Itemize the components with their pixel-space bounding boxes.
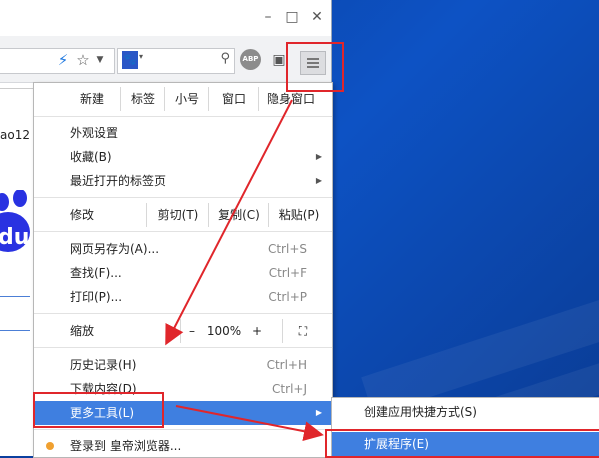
- menu-item-label: 最近打开的标签页: [70, 174, 167, 188]
- copy-button[interactable]: 复制(C): [208, 203, 269, 227]
- new-button[interactable]: 新建: [64, 87, 120, 111]
- chevron-down-icon[interactable]: ▼: [94, 49, 106, 71]
- zoom-label: 缩放: [70, 324, 95, 338]
- menu-separator: [34, 231, 332, 232]
- menu-shortcut: Ctrl+H: [266, 358, 307, 372]
- lightning-icon[interactable]: ⚡: [56, 49, 70, 71]
- menu-item-label: 打印(P)...: [70, 290, 123, 304]
- menu-separator: [34, 313, 332, 314]
- cut-button[interactable]: 剪切(T): [146, 203, 209, 227]
- browser-toolbar: ⚡ ☆ ▼ 🐾 ▾ ⚲ ABP ▣: [0, 36, 331, 83]
- minimize-button[interactable]: –: [259, 8, 277, 26]
- page-partial-text: ao12: [0, 128, 30, 142]
- zoom-value: 100%: [206, 324, 242, 338]
- chevron-right-icon: ▶: [315, 176, 322, 185]
- star-icon[interactable]: ☆: [74, 49, 92, 71]
- menu-shortcut: Ctrl+F: [268, 266, 307, 280]
- menu-item-label: 收藏(B): [70, 150, 112, 164]
- annotation-box-menu-button: [286, 42, 344, 92]
- chevron-right-icon: ▶: [315, 152, 322, 161]
- chevron-right-icon: ▶: [315, 408, 322, 417]
- annotation-box-more-tools: [33, 392, 164, 428]
- edit-row: 修改 剪切(T) 复制(C) 粘贴(P): [34, 203, 332, 227]
- account-dot-icon: [46, 442, 54, 450]
- menu-item-label: 查找(F)...: [70, 266, 122, 280]
- menu-item-label: 历史记录(H): [70, 358, 137, 372]
- annotation-box-extensions: [325, 429, 599, 458]
- title-bar: – □ ✕: [0, 0, 331, 36]
- new-window-button[interactable]: 窗口: [208, 87, 259, 111]
- menu-separator: [34, 116, 332, 117]
- menu-item-label: 外观设置: [70, 126, 119, 140]
- menu-separator: [34, 197, 332, 198]
- menu-item-find[interactable]: 查找(F)... Ctrl+F: [34, 261, 332, 285]
- menu-item-save-as[interactable]: 网页另存为(A)... Ctrl+S: [34, 237, 332, 261]
- menu-shortcut: Ctrl+P: [268, 290, 307, 304]
- baidu-logo: du: [0, 190, 30, 252]
- menu-item-bookmarks[interactable]: 收藏(B) ▶: [34, 145, 332, 169]
- zoom-row: 缩放 – 100% + ⛶: [34, 319, 332, 343]
- menu-separator: [34, 429, 332, 430]
- new-small-button[interactable]: 小号: [164, 87, 209, 111]
- paste-button[interactable]: 粘贴(P): [268, 203, 329, 227]
- menu-item-recent-tabs[interactable]: 最近打开的标签页 ▶: [34, 169, 332, 193]
- page-divider: [0, 296, 30, 297]
- search-icon[interactable]: ⚲: [220, 51, 230, 66]
- menu-item-login[interactable]: 登录到 皇帝浏览器...: [34, 434, 332, 458]
- search-box[interactable]: 🐾 ▾ ⚲: [117, 48, 235, 74]
- baidu-logo-text: du: [0, 225, 29, 250]
- close-button[interactable]: ✕: [308, 8, 326, 26]
- menu-item-label: 登录到 皇帝浏览器...: [70, 439, 182, 453]
- adblock-icon[interactable]: ABP: [240, 49, 261, 70]
- menu-item-print[interactable]: 打印(P)... Ctrl+P: [34, 285, 332, 309]
- edit-label: 修改: [70, 208, 95, 222]
- menu-shortcut: Ctrl+J: [272, 382, 307, 396]
- submenu-item-create-shortcut[interactable]: 创建应用快捷方式(S): [332, 400, 599, 424]
- menu-item-label: 创建应用快捷方式(S): [364, 405, 477, 419]
- zoom-out-button[interactable]: –: [180, 319, 203, 343]
- menu-item-history[interactable]: 历史记录(H) Ctrl+H: [34, 353, 332, 377]
- chevron-down-icon[interactable]: ▾: [139, 52, 143, 61]
- page-divider: [0, 88, 33, 89]
- maximize-button[interactable]: □: [283, 8, 301, 26]
- search-engine-paw-icon[interactable]: 🐾: [122, 51, 138, 69]
- new-tab-button[interactable]: 标签: [120, 87, 165, 111]
- menu-separator: [34, 347, 332, 348]
- menu-item-label: 网页另存为(A)...: [70, 242, 160, 256]
- menu-item-appearance[interactable]: 外观设置: [34, 121, 332, 145]
- zoom-in-button[interactable]: +: [246, 319, 268, 343]
- fullscreen-icon[interactable]: ⛶: [282, 319, 323, 343]
- menu-shortcut: Ctrl+S: [267, 242, 307, 256]
- page-divider: [0, 330, 30, 331]
